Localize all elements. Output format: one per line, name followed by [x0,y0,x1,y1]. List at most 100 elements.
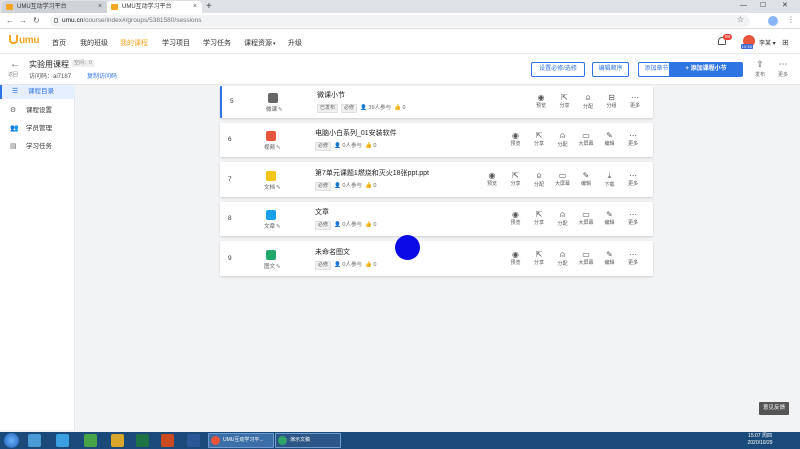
session-row[interactable]: 6 视频✎ 电脑小白系列_01安装软件 必修 👤 0人参与 👍 0 ◉ 预览 ⇱ 分享 ⍝ 分配 ▭ 大… [220,123,653,157]
back-arrow-icon[interactable]: ← [6,15,14,27]
session-title[interactable]: 电脑小白系列_01安装软件 [315,128,397,138]
preview-button[interactable]: ◉ 预览 [506,210,526,226]
share-button[interactable]: ⇱ 分享 [555,93,575,109]
new-tab-button[interactable]: + [206,0,212,13]
session-type: 文档✎ [264,185,281,191]
preview-button[interactable]: ◉ 预览 [531,93,551,109]
assign-button[interactable]: ⍝ 分配 [553,131,573,148]
feedback-button[interactable]: 意见反馈 [759,402,789,415]
app-icon-3[interactable] [84,434,97,447]
required-badge: 必修 [341,104,358,113]
more-button[interactable]: ⋯ 更多 [625,93,645,109]
more-button[interactable]: ⋯ 更多 [623,210,643,226]
close-tab-icon[interactable]: × [98,1,102,13]
taskbar-window-chrome[interactable]: UMU互动学习平... [208,433,274,448]
assign-button[interactable]: ⍝ 分配 [553,250,573,267]
assign-button[interactable]: ⍝ 分配 [578,93,598,110]
nav-my-classes[interactable]: 我的班级 [80,38,108,48]
sidebar-item-catalog[interactable]: ☰ 课程目录 [0,85,75,99]
app-icon-1[interactable] [28,434,41,447]
back-label[interactable]: 返回 [8,71,18,78]
maximize-icon[interactable]: ☐ [760,0,766,12]
pencil-icon[interactable]: ✎ [276,185,281,191]
session-row[interactable]: 8 文章✎ 文章 必修 👤 0人参与 👍 0 ◉ 预览 ⇱ 分享 ⍝ 分配 ▭ 大屏幕 ✎ 编辑 ⋯ 更多 [220,202,653,236]
preview-button[interactable]: ◉ 预览 [506,131,526,147]
share-button[interactable]: ⇱ 分享 [506,171,526,187]
word-icon[interactable] [187,434,200,447]
clock[interactable]: 15:07 周四 2020/10/29 [738,433,782,447]
pencil-icon[interactable]: ✎ [276,224,281,230]
edit-button[interactable]: ✎ 编辑 [600,250,620,266]
pencil-icon[interactable]: ✎ [278,107,283,113]
nav-home[interactable]: 首页 [52,38,66,48]
more-button[interactable]: ⋯ 更多 [623,250,643,266]
excel-icon[interactable] [136,434,149,447]
more-button[interactable]: ⋯ 更多 [623,171,643,187]
pencil-icon[interactable]: ✎ [276,264,281,270]
share-button[interactable]: ⇱ 分享 [529,250,549,266]
more-button[interactable]: ⋯ 更多 [623,131,643,147]
assign-button[interactable]: ⍝ 分配 [529,171,549,188]
nav-my-courses[interactable]: 我的课程 [120,38,148,48]
edit-button[interactable]: ✎ 编辑 [576,171,596,187]
download-button[interactable]: ⤓ 下载 [600,171,620,188]
session-title[interactable]: 微课小节 [317,90,345,100]
session-row[interactable]: 5 微课✎ 微课小节 已发布 必修 👤 39人参与 👍 0 ◉ 预览 ⇱ 分享 ⍝ 分配 ⊟ 分组 ⋯ 更多 [220,86,653,118]
ie-icon[interactable] [56,434,69,447]
session-title[interactable]: 第7单元课题1燃烧和灭火18张ppt.ppt [315,168,429,178]
taskbar-window-presentation[interactable]: 演示文稿 [275,433,341,448]
presentation-icon [278,436,287,445]
powerpoint-icon[interactable] [161,434,174,447]
course-header: ← 返回 实验用课程 空间：0 访问码：ai7187 复制访问码 设置必修/选修… [0,54,800,85]
folder-icon[interactable] [111,434,124,447]
apps-grid-icon[interactable]: ⊞ [782,38,789,47]
share-button[interactable]: ⇱ 分享 [529,131,549,147]
session-row[interactable]: 9 图文✎ 未命名图文 必修 👤 0人参与 👍 0 ◉ 预览 ⇱ 分享 ⍝ 分配 ▭ 大屏幕 ✎ 编辑 ⋯ 更多 [220,241,653,276]
session-row[interactable]: 7 文档✎ 第7单元课题1燃烧和灭火18张ppt.ppt 必修 👤 0人参与 👍 0 ◉ 预… [220,162,653,197]
browser-tab-1[interactable]: UMU互动学习平台 × [2,1,107,13]
minimize-icon[interactable]: — [740,0,747,12]
preview-button[interactable]: ◉ 预览 [506,250,526,266]
preview-button[interactable]: ◉ 预览 [482,171,502,187]
url-input[interactable]: umu.cn/course/index#/groups/5381580/sess… [50,15,750,27]
close-tab-icon[interactable]: × [193,1,197,13]
publish-button[interactable]: ⇪ 发布 [752,59,768,78]
more-button[interactable]: ⋯ 更多 [775,59,791,78]
bookmark-star-icon[interactable]: ☆ [737,15,744,24]
forward-arrow-icon[interactable]: → [19,15,27,27]
copy-access-code-link[interactable]: 复制访问码 [87,71,117,80]
username[interactable]: 李某 ▾ [759,38,776,47]
close-window-icon[interactable]: ✕ [782,0,788,12]
add-section-button[interactable]: + 添加课程小节 [669,62,743,77]
nav-learning-tasks[interactable]: 学习任务 [203,38,231,48]
big-screen-button[interactable]: ▭ 大屏幕 [553,171,573,187]
edit-order-button[interactable]: 编辑顺序 [592,62,629,77]
session-title[interactable]: 未命名图文 [315,247,350,257]
group-button[interactable]: ⊟ 分组 [602,93,622,109]
sidebar-item-students[interactable]: 👥 学员管理 [0,122,75,136]
edit-button[interactable]: ✎ 编辑 [600,131,620,147]
browser-tab-2[interactable]: UMU互动学习平台 × [107,1,202,13]
screen-icon: ▭ [582,210,590,219]
nav-upgrade[interactable]: 升级 [288,38,302,48]
edit-button[interactable]: ✎ 编辑 [600,210,620,226]
start-button[interactable] [4,433,19,448]
nav-course-resources[interactable]: 课程资源▾ [244,38,276,48]
big-screen-button[interactable]: ▭ 大屏幕 [576,131,596,147]
assign-button[interactable]: ⍝ 分配 [553,210,573,227]
set-required-button[interactable]: 设置必修/选修 [531,62,585,77]
pencil-icon[interactable]: ✎ [276,145,281,151]
sidebar-item-settings[interactable]: ⚙ 课程设置 [0,104,75,118]
reload-icon[interactable]: ↻ [33,15,40,27]
session-title[interactable]: 文章 [315,207,329,217]
big-screen-button[interactable]: ▭ 大屏幕 [576,210,596,226]
assign-icon: ⍝ [585,93,591,102]
sidebar-item-tasks[interactable]: ▤ 学习任务 [0,140,75,154]
back-arrow-icon[interactable]: ← [10,59,20,70]
big-screen-button[interactable]: ▭ 大屏幕 [576,250,596,266]
share-button[interactable]: ⇱ 分享 [529,210,549,226]
umu-logo[interactable]: umu [9,35,40,46]
nav-learning-projects[interactable]: 学习项目 [162,38,190,48]
browser-menu-icon[interactable]: ⋮ [787,15,795,24]
profile-icon[interactable] [768,16,778,26]
